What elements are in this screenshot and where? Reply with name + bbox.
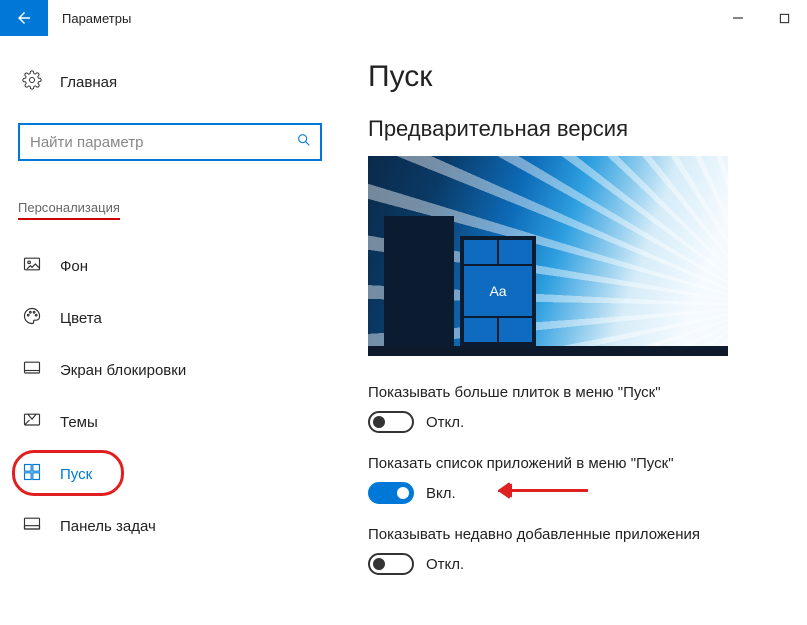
toggle-app-list[interactable] — [368, 482, 414, 504]
toggle-state: Откл. — [426, 414, 464, 431]
setting-more-tiles: Показывать больше плиток в меню "Пуск" О… — [368, 384, 797, 433]
sidebar-item-label: Темы — [60, 414, 98, 431]
annotation-arrow — [498, 482, 588, 505]
themes-icon — [22, 410, 42, 434]
preview-tile-large: Aa — [464, 266, 532, 316]
gear-icon — [22, 70, 42, 95]
setting-label: Показывать недавно добавленные приложени… — [368, 526, 797, 543]
maximize-button[interactable] — [761, 0, 807, 36]
setting-label: Показать список приложений в меню "Пуск" — [368, 455, 797, 472]
preview-heading: Предварительная версия — [368, 116, 797, 142]
toggle-recent-apps[interactable] — [368, 553, 414, 575]
taskbar-icon — [22, 514, 42, 538]
preview-tile — [499, 240, 532, 264]
category-header: Персонализация — [18, 200, 120, 220]
sidebar-item-label: Панель задач — [60, 518, 156, 535]
sidebar-item-label: Экран блокировки — [60, 362, 186, 379]
sidebar-item-label: Пуск — [60, 466, 92, 483]
search-icon — [296, 132, 312, 153]
sidebar-item-colors[interactable]: Цвета — [18, 292, 322, 344]
setting-recent-apps: Показывать недавно добавленные приложени… — [368, 526, 797, 575]
toggle-state: Вкл. — [426, 485, 456, 502]
preview-tile — [464, 318, 497, 342]
setting-app-list: Показать список приложений в меню "Пуск"… — [368, 455, 797, 504]
home-label: Главная — [60, 74, 117, 91]
toggle-more-tiles[interactable] — [368, 411, 414, 433]
main-panel: Пуск Предварительная версия Aa Показыват… — [340, 36, 807, 625]
start-preview: Aa — [368, 156, 728, 356]
back-button[interactable] — [0, 0, 48, 36]
window-controls — [715, 0, 807, 36]
home-button[interactable]: Главная — [18, 64, 322, 101]
lockscreen-icon — [22, 358, 42, 382]
preview-tile — [464, 240, 497, 264]
minimize-button[interactable] — [715, 0, 761, 36]
sidebar-item-start[interactable]: Пуск — [18, 448, 322, 500]
sidebar-item-background[interactable]: Фон — [18, 240, 322, 292]
sidebar: Главная Персонализация Фон Цвета Экран б… — [0, 36, 340, 625]
image-icon — [22, 254, 42, 278]
palette-icon — [22, 306, 42, 330]
setting-label: Показывать больше плиток в меню "Пуск" — [368, 384, 797, 401]
sidebar-item-label: Фон — [60, 258, 88, 275]
preview-taskbar — [368, 346, 728, 356]
sidebar-item-themes[interactable]: Темы — [18, 396, 322, 448]
titlebar: Параметры — [0, 0, 807, 36]
content: Главная Персонализация Фон Цвета Экран б… — [0, 36, 807, 625]
toggle-state: Откл. — [426, 556, 464, 573]
preview-tile — [499, 318, 532, 342]
sidebar-item-label: Цвета — [60, 310, 102, 327]
search-input-container[interactable] — [18, 123, 322, 161]
window-title: Параметры — [62, 11, 131, 26]
page-title: Пуск — [368, 60, 797, 94]
sidebar-item-taskbar[interactable]: Панель задач — [18, 500, 322, 552]
preview-tiles-panel: Aa — [460, 236, 536, 346]
preview-start-panel — [384, 216, 454, 346]
sidebar-item-lockscreen[interactable]: Экран блокировки — [18, 344, 322, 396]
start-icon — [22, 462, 42, 486]
search-input[interactable] — [30, 134, 296, 151]
